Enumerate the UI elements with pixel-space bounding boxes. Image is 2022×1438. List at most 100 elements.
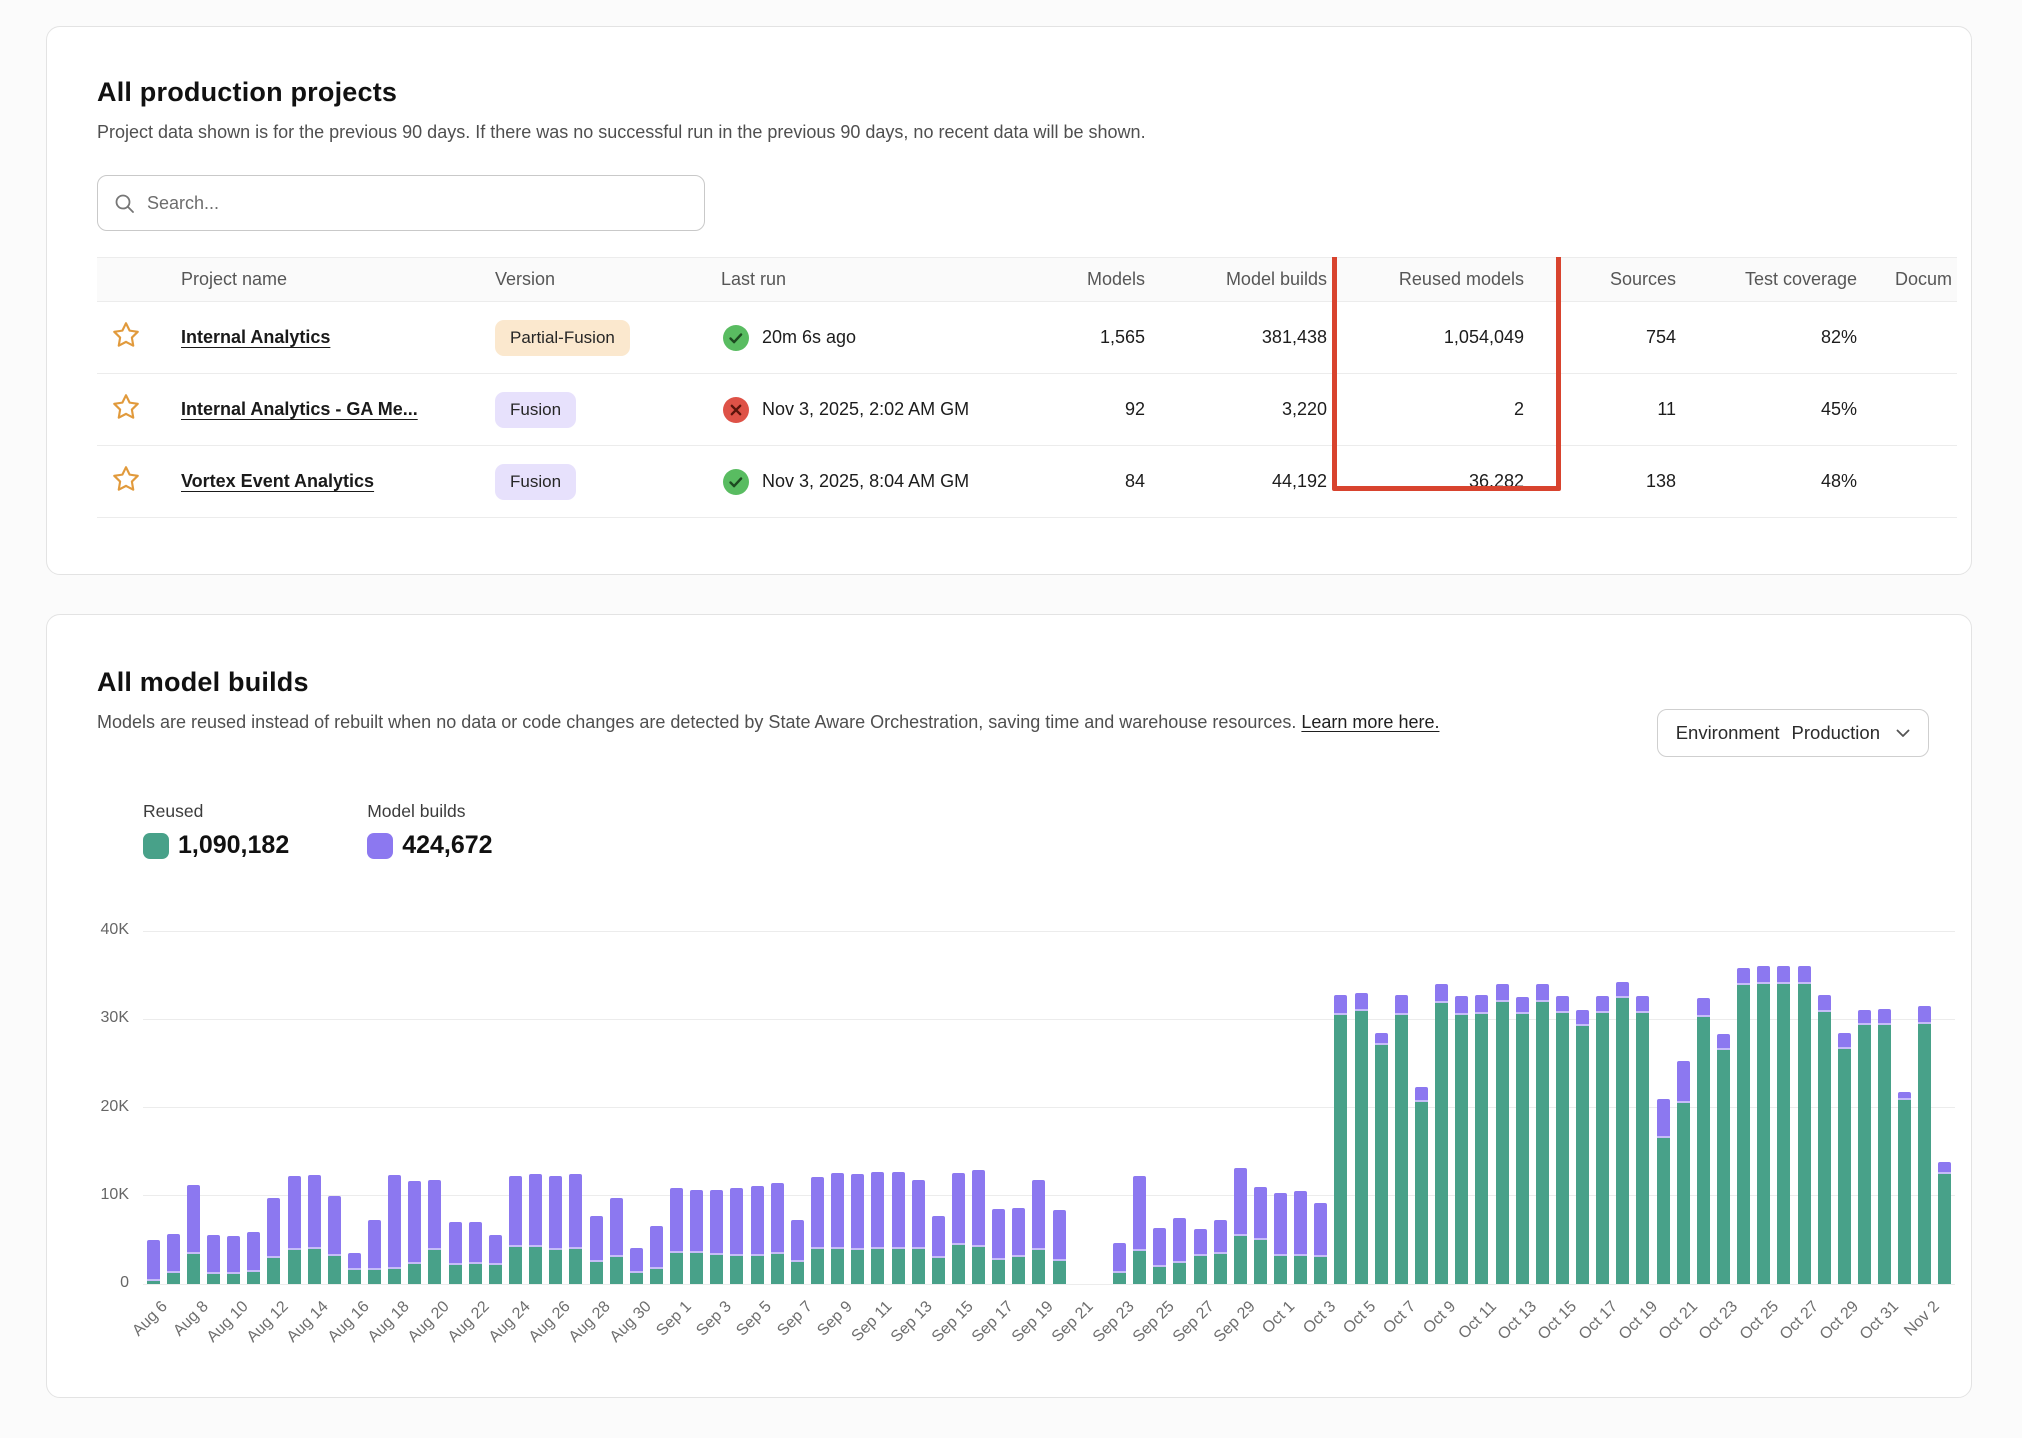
bar-aug-30[interactable]: [630, 931, 643, 1284]
bar-sep-23[interactable]: [1113, 931, 1126, 1284]
bar-sep-2[interactable]: [690, 931, 703, 1284]
bar-oct-9[interactable]: [1435, 931, 1448, 1284]
bar-nov-1[interactable]: [1898, 931, 1911, 1284]
bar-sep-20[interactable]: [1053, 931, 1066, 1284]
bar-sep-17[interactable]: [992, 931, 1005, 1284]
favorite-star-icon[interactable]: [111, 320, 141, 350]
project-link[interactable]: Internal Analytics - GA Me...: [181, 399, 418, 419]
bar-oct-5[interactable]: [1355, 931, 1368, 1284]
bar-aug-19[interactable]: [408, 931, 421, 1284]
bar-sep-11[interactable]: [871, 931, 884, 1284]
bar-oct-23[interactable]: [1717, 931, 1730, 1284]
bar-sep-3[interactable]: [710, 931, 723, 1284]
bar-oct-29[interactable]: [1838, 931, 1851, 1284]
bar-sep-18[interactable]: [1012, 931, 1025, 1284]
bar-oct-3[interactable]: [1314, 931, 1327, 1284]
bar-oct-11[interactable]: [1475, 931, 1488, 1284]
bar-aug-17[interactable]: [368, 931, 381, 1284]
bar-sep-6[interactable]: [771, 931, 784, 1284]
bar-sep-12[interactable]: [892, 931, 905, 1284]
model-builds-segment: [912, 1180, 925, 1249]
bar-sep-8[interactable]: [811, 931, 824, 1284]
bar-sep-28[interactable]: [1214, 931, 1227, 1284]
bar-sep-19[interactable]: [1032, 931, 1045, 1284]
reused-segment: [288, 1250, 301, 1284]
bar-aug-10[interactable]: [227, 931, 240, 1284]
bar-sep-16[interactable]: [972, 931, 985, 1284]
bar-sep-25[interactable]: [1153, 931, 1166, 1284]
bar-oct-25[interactable]: [1757, 931, 1770, 1284]
bar-sep-14[interactable]: [932, 931, 945, 1284]
bar-aug-12[interactable]: [267, 931, 280, 1284]
bar-oct-27[interactable]: [1798, 931, 1811, 1284]
bar-aug-18[interactable]: [388, 931, 401, 1284]
bar-sep-7[interactable]: [791, 931, 804, 1284]
bar-aug-25[interactable]: [529, 931, 542, 1284]
bar-oct-31[interactable]: [1878, 931, 1891, 1284]
bar-aug-8[interactable]: [187, 931, 200, 1284]
bar-nov-2[interactable]: [1918, 931, 1931, 1284]
bar-sep-10[interactable]: [851, 931, 864, 1284]
bar-aug-13[interactable]: [288, 931, 301, 1284]
bar-sep-15[interactable]: [952, 931, 965, 1284]
bar-aug-26[interactable]: [549, 931, 562, 1284]
bar-oct-20[interactable]: [1657, 931, 1670, 1284]
bar-oct-19[interactable]: [1636, 931, 1649, 1284]
bar-oct-7[interactable]: [1395, 931, 1408, 1284]
bar-aug-29[interactable]: [610, 931, 623, 1284]
bar-oct-15[interactable]: [1556, 931, 1569, 1284]
bar-aug-28[interactable]: [590, 931, 603, 1284]
bar-sep-4[interactable]: [730, 931, 743, 1284]
favorite-star-icon[interactable]: [111, 464, 141, 494]
bar-oct-10[interactable]: [1455, 931, 1468, 1284]
bar-aug-14[interactable]: [308, 931, 321, 1284]
bar-oct-22[interactable]: [1697, 931, 1710, 1284]
bar-oct-16[interactable]: [1576, 931, 1589, 1284]
bar-oct-2[interactable]: [1294, 931, 1307, 1284]
bar-oct-18[interactable]: [1616, 931, 1629, 1284]
bar-oct-8[interactable]: [1415, 931, 1428, 1284]
favorite-star-icon[interactable]: [111, 392, 141, 422]
bar-oct-28[interactable]: [1818, 931, 1831, 1284]
bar-oct-4[interactable]: [1334, 931, 1347, 1284]
bar-aug-6[interactable]: [147, 931, 160, 1284]
bar-aug-16[interactable]: [348, 931, 361, 1284]
bar-aug-23[interactable]: [489, 931, 502, 1284]
bar-oct-13[interactable]: [1516, 931, 1529, 1284]
bar-oct-14[interactable]: [1536, 931, 1549, 1284]
bar-oct-30[interactable]: [1858, 931, 1871, 1284]
bar-aug-24[interactable]: [509, 931, 522, 1284]
bar-nov-3[interactable]: [1938, 931, 1951, 1284]
bar-aug-21[interactable]: [449, 931, 462, 1284]
search-input[interactable]: [147, 193, 688, 214]
learn-more-link[interactable]: Learn more here.: [1301, 712, 1439, 732]
bar-oct-26[interactable]: [1777, 931, 1790, 1284]
bar-aug-20[interactable]: [428, 931, 441, 1284]
bar-aug-31[interactable]: [650, 931, 663, 1284]
bar-oct-1[interactable]: [1274, 931, 1287, 1284]
bar-sep-9[interactable]: [831, 931, 844, 1284]
bar-sep-13[interactable]: [912, 931, 925, 1284]
bar-oct-12[interactable]: [1496, 931, 1509, 1284]
bar-sep-29[interactable]: [1234, 931, 1247, 1284]
bar-sep-1[interactable]: [670, 931, 683, 1284]
bar-aug-11[interactable]: [247, 931, 260, 1284]
bar-sep-24[interactable]: [1133, 931, 1146, 1284]
bar-oct-24[interactable]: [1737, 931, 1750, 1284]
bar-sep-27[interactable]: [1194, 931, 1207, 1284]
bar-aug-22[interactable]: [469, 931, 482, 1284]
bar-aug-7[interactable]: [167, 931, 180, 1284]
bar-sep-30[interactable]: [1254, 931, 1267, 1284]
bar-sep-5[interactable]: [751, 931, 764, 1284]
bar-aug-15[interactable]: [328, 931, 341, 1284]
bar-oct-17[interactable]: [1596, 931, 1609, 1284]
project-link[interactable]: Vortex Event Analytics: [181, 471, 374, 491]
bar-oct-21[interactable]: [1677, 931, 1690, 1284]
environment-select[interactable]: Environment Production: [1657, 709, 1929, 757]
project-link[interactable]: Internal Analytics: [181, 327, 330, 347]
bar-sep-26[interactable]: [1173, 931, 1186, 1284]
bar-oct-6[interactable]: [1375, 931, 1388, 1284]
bar-aug-9[interactable]: [207, 931, 220, 1284]
model-builds-segment: [388, 1175, 401, 1269]
bar-aug-27[interactable]: [569, 931, 582, 1284]
